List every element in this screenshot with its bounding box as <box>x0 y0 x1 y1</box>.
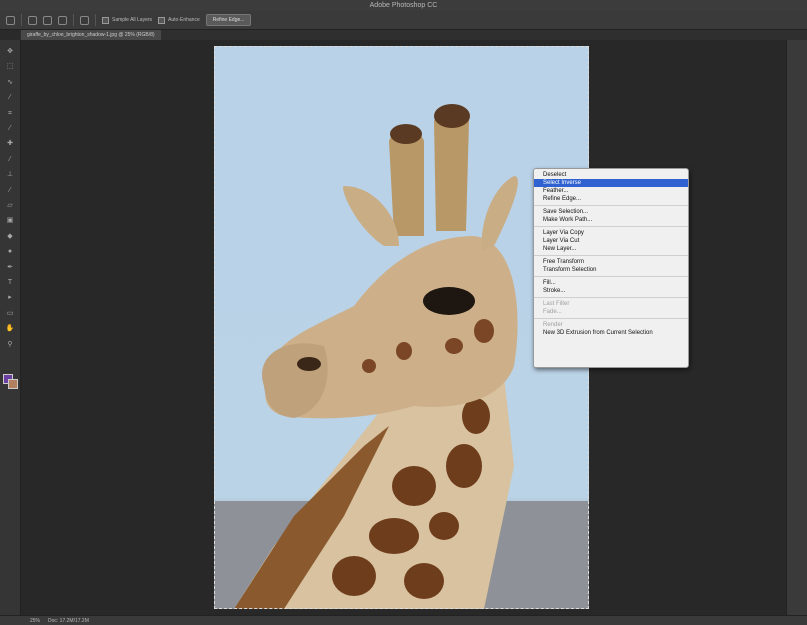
add-to-selection-icon[interactable] <box>43 15 52 25</box>
right-panel-dock <box>786 40 807 615</box>
move-tool-icon[interactable]: ✥ <box>5 48 15 55</box>
document-info[interactable]: Doc: 17.2M/17.2M <box>48 618 89 624</box>
giraffe-ear <box>481 176 518 251</box>
menu-item-new-3d-extrusion-from-current-selection[interactable]: New 3D Extrusion from Current Selection <box>534 329 688 337</box>
menu-item-fill[interactable]: Fill... <box>534 279 688 287</box>
menu-item-save-selection[interactable]: Save Selection... <box>534 208 688 216</box>
clone-stamp-tool-icon[interactable]: ⊥ <box>5 171 15 178</box>
tools-panel: ✥ ⬚ ∿ ⁄ ⌗ ⁄ ✚ ⁄ ⊥ ⁄ ▱ ▣ ◆ ● ✒ T ▸ ▭ ✋ ⚲ <box>0 40 21 615</box>
history-brush-tool-icon[interactable]: ⁄ <box>5 187 15 194</box>
options-divider <box>73 14 74 26</box>
status-bar: 25% Doc: 17.2M/17.2M <box>0 615 807 625</box>
menu-separator <box>534 318 688 319</box>
menu-item-refine-edge[interactable]: Refine Edge... <box>534 195 688 203</box>
document-tab[interactable]: giraffe_by_chloe_brighton_shadow-1.jpg @… <box>21 30 161 40</box>
giraffe-ear <box>343 186 399 246</box>
gradient-tool-icon[interactable]: ▣ <box>5 217 15 224</box>
hand-tool-icon[interactable]: ✋ <box>5 325 15 332</box>
brush-size-picker-icon[interactable] <box>80 15 89 25</box>
giraffe-nostril <box>297 357 321 371</box>
menu-item-transform-selection[interactable]: Transform Selection <box>534 266 688 274</box>
giraffe-ossicone <box>389 129 424 236</box>
head-spot <box>445 338 463 354</box>
new-selection-icon[interactable] <box>28 15 37 25</box>
dodge-tool-icon[interactable]: ● <box>5 248 15 255</box>
options-divider <box>21 14 22 26</box>
neck-spot <box>392 466 436 506</box>
menu-separator <box>534 297 688 298</box>
shape-tool-icon[interactable]: ▭ <box>5 310 15 317</box>
giraffe-eye <box>423 287 475 315</box>
auto-enhance-label: Auto-Enhance <box>168 17 200 23</box>
menu-item-feather[interactable]: Feather... <box>534 187 688 195</box>
brush-tool-icon[interactable]: ⁄ <box>5 156 15 163</box>
menu-item-render: Render <box>543 322 563 328</box>
eyedropper-tool-icon[interactable]: ⁄ <box>5 125 15 132</box>
menu-item-make-work-path[interactable]: Make Work Path... <box>534 216 688 224</box>
zoom-tool-icon[interactable]: ⚲ <box>5 341 15 348</box>
menu-separator <box>534 226 688 227</box>
zoom-level[interactable]: 25% <box>30 618 40 624</box>
options-divider <box>95 14 96 26</box>
menu-item-free-transform[interactable]: Free Transform <box>534 258 688 266</box>
refine-edge-button[interactable]: Refine Edge... <box>205 14 252 26</box>
menu-item-last-filter: Last Filter <box>543 301 570 307</box>
subtract-from-selection-icon[interactable] <box>58 15 67 25</box>
auto-enhance-checkbox[interactable]: Auto-Enhance <box>158 16 200 24</box>
checkbox-box[interactable] <box>158 16 166 24</box>
quick-selection-tool-icon[interactable]: ⁄ <box>5 94 15 101</box>
pen-tool-icon[interactable]: ✒ <box>5 264 15 271</box>
menu-item-deselect[interactable]: Deselect <box>534 171 688 179</box>
sample-all-layers-checkbox[interactable]: Sample All Layers <box>102 16 153 24</box>
ossicone-tuft <box>390 124 422 144</box>
quick-selection-preset-icon[interactable] <box>6 15 15 25</box>
giraffe-ossicone <box>434 110 469 231</box>
path-selection-tool-icon[interactable]: ▸ <box>5 294 15 301</box>
neck-spot <box>332 556 376 596</box>
marquee-tool-icon[interactable]: ⬚ <box>5 63 15 70</box>
menu-separator <box>534 205 688 206</box>
menu-item-select-inverse[interactable]: Select Inverse <box>534 179 688 187</box>
menu-item-layer-via-cut[interactable]: Layer Via Cut <box>534 237 688 245</box>
background-color-swatch[interactable] <box>8 379 18 389</box>
neck-spot <box>429 512 459 540</box>
menu-separator <box>534 276 688 277</box>
head-spot <box>362 359 376 373</box>
neck-spot <box>404 563 444 599</box>
neck-spot <box>446 444 482 488</box>
neck-spot <box>462 398 490 434</box>
lasso-tool-icon[interactable]: ∿ <box>5 79 15 86</box>
neck-spot <box>369 518 419 554</box>
title-bar: Adobe Photoshop CC <box>0 0 807 11</box>
head-spot <box>396 342 412 360</box>
menu-item-new-layer[interactable]: New Layer... <box>534 245 688 253</box>
menu-item-layer-via-copy[interactable]: Layer Via Copy <box>534 229 688 237</box>
app-title: Adobe Photoshop CC <box>369 2 438 9</box>
options-bar: Sample All Layers Auto-Enhance Refine Ed… <box>0 11 807 30</box>
menu-item-fade: Fade... <box>543 309 562 315</box>
menu-item-stroke[interactable]: Stroke... <box>534 287 688 295</box>
blur-tool-icon[interactable]: ◆ <box>5 233 15 240</box>
sample-all-layers-label: Sample All Layers <box>112 17 153 23</box>
healing-brush-tool-icon[interactable]: ✚ <box>5 140 15 147</box>
document-tab-bar: giraffe_by_chloe_brighton_shadow-1.jpg @… <box>20 30 807 40</box>
context-menu: Deselect Select Inverse Feather... Refine E… <box>533 168 689 368</box>
eraser-tool-icon[interactable]: ▱ <box>5 202 15 209</box>
checkbox-box[interactable] <box>102 16 109 24</box>
type-tool-icon[interactable]: T <box>5 279 15 286</box>
crop-tool-icon[interactable]: ⌗ <box>5 110 15 117</box>
menu-separator <box>534 255 688 256</box>
head-spot <box>474 319 494 343</box>
ossicone-tuft <box>434 104 470 128</box>
